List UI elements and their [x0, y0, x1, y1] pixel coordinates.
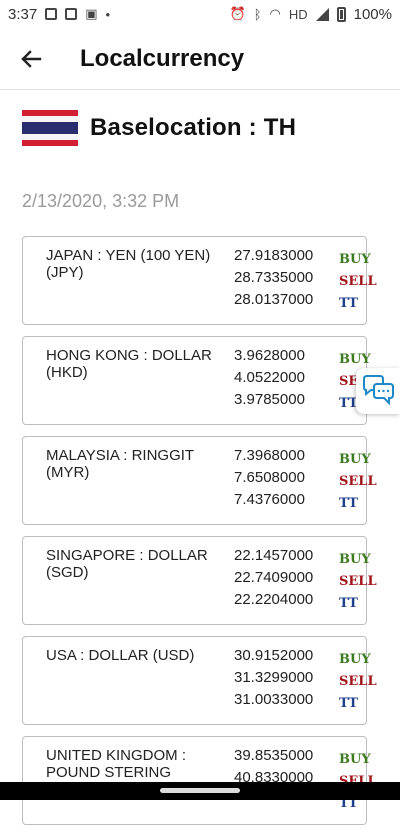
- rate-tags: BUY SELL TT: [339, 649, 377, 715]
- signal-icon: [315, 7, 329, 21]
- buy-tag: BUY: [339, 552, 371, 567]
- page-title: Localcurrency: [80, 44, 245, 72]
- buy-rate: 3.9628000: [234, 347, 305, 364]
- status-right: ⏰ ᛒ ◠ HD 100%: [230, 6, 393, 23]
- sell-rate: 4.0522000: [234, 369, 305, 386]
- chat-button[interactable]: [356, 368, 400, 414]
- rate-tags: BUY SELL TT: [339, 549, 377, 615]
- sell-rate: 22.7409000: [234, 569, 314, 586]
- rate-values: 30.9152000 31.3299000 31.0033000: [234, 645, 313, 711]
- buy-rate: 27.9183000: [234, 247, 314, 264]
- rate-tags: BUY SELL TT: [339, 449, 377, 515]
- base-location-label: Baselocation : TH: [90, 114, 297, 141]
- currency-card-gbp[interactable]: UNITED KINGDOM : POUND STERING 39.853500…: [22, 736, 377, 825]
- sell-rate: 31.3299000: [234, 669, 314, 686]
- arrow-left-icon: [21, 49, 42, 68]
- currency-card-sgd[interactable]: SINGAPORE : DOLLAR (SGD) 22.1457000 22.7…: [22, 536, 377, 625]
- sell-tag: SELL: [339, 574, 377, 589]
- buy-tag: BUY: [339, 452, 371, 467]
- buy-rate: 39.8535000: [234, 747, 314, 764]
- home-handle[interactable]: [160, 788, 240, 793]
- rate-values: 22.1457000 22.7409000 22.2204000: [234, 545, 313, 611]
- buy-tag: BUY: [339, 252, 371, 267]
- alarm-icon: ⏰: [229, 6, 246, 21]
- currency-list: JAPAN : YEN (100 YEN) (JPY) 27.9183000 2…: [22, 236, 377, 836]
- last-updated-timestamp: 2/13/2020, 3:32 PM: [22, 191, 180, 211]
- currency-card-hkd[interactable]: HONG KONG : DOLLAR (HKD) 3.9628000 4.052…: [22, 336, 377, 425]
- buy-tag: BUY: [339, 652, 371, 667]
- currency-name: SINGAPORE : DOLLAR (SGD): [46, 547, 208, 581]
- thailand-flag-icon: [22, 110, 78, 146]
- back-button[interactable]: [9, 37, 53, 81]
- rate-values: 7.3968000 7.6508000 7.4376000: [234, 445, 305, 511]
- buy-tag: BUY: [339, 752, 371, 767]
- wifi-icon: ◠: [269, 6, 281, 21]
- tt-tag: TT: [339, 696, 358, 711]
- buy-rate: 30.9152000: [234, 647, 314, 664]
- battery-icon: [336, 6, 346, 22]
- buy-rate: 22.1457000: [234, 547, 314, 564]
- dot-icon: •: [105, 6, 111, 22]
- tt-rate: 31.0033000: [234, 691, 314, 708]
- buy-rate: 7.3968000: [234, 447, 305, 464]
- news-notification-icon: [65, 8, 78, 20]
- tt-tag: TT: [339, 296, 358, 311]
- image-notification-icon: [45, 8, 58, 20]
- rate-values: 27.9183000 28.7335000 28.0137000: [234, 245, 313, 311]
- currency-name: JAPAN : YEN (100 YEN) (JPY): [46, 247, 211, 281]
- currency-name: HONG KONG : DOLLAR (HKD): [46, 347, 212, 381]
- status-left: 3:37 ▣ •: [8, 6, 110, 23]
- battery-percent: 100%: [353, 5, 392, 23]
- currency-card-usd[interactable]: USA : DOLLAR (USD) 30.9152000 31.3299000…: [22, 636, 377, 725]
- sell-tag: SELL: [339, 674, 377, 689]
- tt-rate: 22.2204000: [234, 591, 314, 608]
- sell-rate: 7.6508000: [234, 469, 305, 486]
- network-type-label: HD: [288, 6, 308, 22]
- currency-name: MALAYSIA : RINGGIT (MYR): [46, 447, 194, 481]
- chat-bubbles-icon: [363, 375, 394, 406]
- tt-tag: TT: [339, 496, 358, 511]
- tt-rate: 7.4376000: [234, 491, 305, 508]
- sell-tag: SELL: [339, 474, 377, 489]
- currency-card-jpy[interactable]: JAPAN : YEN (100 YEN) (JPY) 27.9183000 2…: [22, 236, 377, 325]
- tt-rate: 28.0137000: [234, 291, 314, 308]
- base-location: Baselocation : TH: [22, 110, 296, 146]
- bluetooth-icon: ᛒ: [253, 6, 262, 22]
- tt-rate: 3.9785000: [234, 391, 305, 408]
- app-notification-icon: ▣: [85, 6, 98, 21]
- currency-card-myr[interactable]: MALAYSIA : RINGGIT (MYR) 7.3968000 7.650…: [22, 436, 377, 525]
- app-bar: Localcurrency: [0, 28, 400, 90]
- tt-tag: TT: [339, 596, 358, 611]
- status-bar: 3:37 ▣ • ⏰ ᛒ ◠ HD 100%: [0, 0, 400, 28]
- currency-name: USA : DOLLAR (USD): [46, 647, 195, 664]
- rate-tags: BUY SELL TT: [339, 249, 377, 315]
- sell-rate: 28.7335000: [234, 269, 314, 286]
- system-nav-bar: [0, 782, 400, 800]
- sell-tag: SELL: [339, 274, 377, 289]
- status-time: 3:37: [8, 5, 38, 23]
- currency-name: UNITED KINGDOM : POUND STERING: [46, 747, 187, 781]
- rate-values: 3.9628000 4.0522000 3.9785000: [234, 345, 305, 411]
